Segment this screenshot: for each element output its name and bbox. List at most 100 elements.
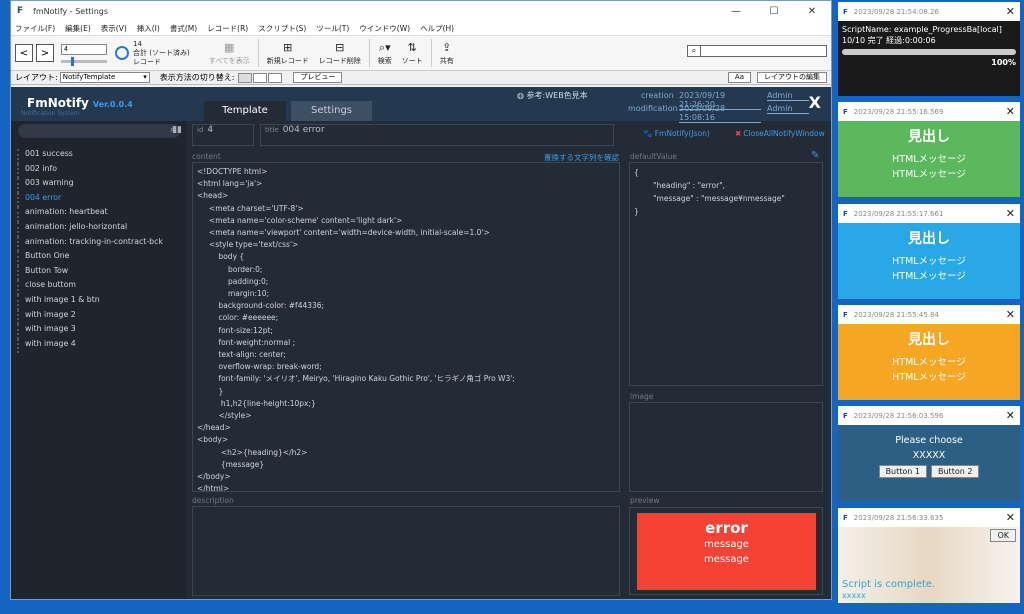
share-button[interactable]: ⇪ 共有 [435, 40, 459, 66]
sort-button[interactable]: ⇅ ソート [397, 40, 428, 66]
app-logo-icon: F [843, 107, 848, 116]
pencil-icon[interactable]: ✎ [811, 150, 819, 161]
notify-message: HTMLメッセージ [892, 169, 966, 180]
show-all-button[interactable]: ▦ すべてを表示 [204, 40, 255, 66]
title-value: 004 error [282, 125, 325, 135]
close-icon[interactable]: ✕ [1006, 409, 1015, 422]
modification-date: 2023/09/28 15:08:16 [679, 104, 761, 123]
content-label: content [192, 152, 221, 161]
notify-message: Please choose [895, 435, 963, 446]
list-item[interactable]: animation: heartbeat [17, 207, 187, 222]
title-field[interactable]: title 004 error [260, 124, 614, 146]
list-item[interactable]: 003 warning [17, 178, 187, 193]
menu-scripts[interactable]: スクリプト(S) [258, 23, 306, 34]
layout-bar: レイアウト: NotifyTemplate 表示方法の切り替え: プレビュー A… [11, 71, 831, 85]
menu-records[interactable]: レコード(R) [207, 23, 248, 34]
fmnotify-json-label: FmNotify(Json) [654, 129, 710, 138]
menu-tools[interactable]: ツール(T) [316, 23, 349, 34]
notify-message: xxxxx [842, 591, 866, 600]
list-item[interactable]: with image 2 [17, 309, 187, 325]
close-icon[interactable]: ✕ [1006, 511, 1015, 524]
form-view-button[interactable] [238, 72, 253, 83]
search-icon[interactable]: ⌕ [687, 45, 701, 57]
menu-insert[interactable]: 挿入(I) [137, 23, 160, 34]
notify-heading: 見出し [908, 332, 950, 348]
preview-button[interactable]: プレビュー [293, 72, 343, 83]
menu-help[interactable]: ヘルプ(H) [420, 23, 454, 34]
prev-record-button[interactable]: < [15, 44, 33, 62]
next-record-button[interactable]: > [36, 44, 54, 62]
list-view-button[interactable] [253, 72, 268, 83]
id-field[interactable]: id 4 [192, 124, 254, 146]
minimize-button[interactable]: — [717, 6, 755, 17]
x-logo-icon[interactable]: X [809, 93, 821, 112]
plus-icon: ⊞ [283, 41, 293, 54]
menu-format[interactable]: 書式(M) [170, 23, 197, 34]
warning-notification: F 2023/09/28 21:55:45.84 ✕ 見出し HTMLメッセージ HTM… [838, 305, 1020, 400]
close-icon: ✖ [735, 129, 742, 138]
chart-icon[interactable]: ▮▮ [172, 125, 182, 135]
app-header: FmNotify Ver.0.0.4 Notification System Te… [11, 87, 831, 123]
delete-record-button[interactable]: ⊟ レコード削除 [314, 40, 366, 66]
quick-find-input[interactable] [701, 45, 827, 57]
list-item[interactable]: with image 4 [17, 338, 187, 354]
settings-window: F fmNotify - Settings — ☐ ✕ ファイル(F) 編集(E… [10, 0, 832, 600]
slider-handle[interactable] [71, 56, 74, 66]
maximize-button[interactable]: ☐ [755, 6, 793, 17]
new-record-button[interactable]: ⊞ 新規レコード [262, 40, 314, 66]
menu-file[interactable]: ファイル(F) [15, 23, 55, 34]
fmnotify-json-link[interactable]: 🐾 FmNotify(Json) [643, 129, 710, 138]
window-title: fmNotify - Settings [33, 6, 109, 16]
notify-time: 2023/09/28 21:55:45.84 [853, 310, 939, 319]
list-item[interactable]: animation: tracking-in-contract-bck [17, 236, 187, 252]
list-item[interactable]: Button One [17, 251, 187, 266]
notify-message: HTMLメッセージ [892, 357, 966, 368]
record-pie-icon [115, 46, 129, 60]
close-icon[interactable]: ✕ [1006, 5, 1015, 18]
notify-button-1[interactable]: Button 1 [878, 465, 927, 478]
close-button[interactable]: ✕ [793, 6, 831, 17]
list-item[interactable]: close buttom [17, 280, 187, 295]
menu-edit[interactable]: 編集(E) [65, 23, 91, 34]
ok-button[interactable]: OK [990, 529, 1016, 542]
close-all-link[interactable]: ✖ CloseAllNotifyWindow [735, 129, 825, 138]
notify-button-2[interactable]: Button 2 [931, 465, 980, 478]
layout-select[interactable]: NotifyTemplate [59, 72, 150, 83]
edit-layout-button[interactable]: レイアウトの編集 [757, 72, 827, 83]
reference-link[interactable]: ◍ 参考:WEB色見本 [517, 90, 588, 101]
menu-bar: ファイル(F) 編集(E) 表示(V) 挿入(I) 書式(M) レコード(R) … [11, 21, 831, 36]
list-item[interactable]: animation: jello-horizontal [17, 221, 187, 237]
progress-bar [842, 49, 1016, 55]
tab-settings[interactable]: Settings [291, 101, 372, 121]
content-field[interactable]: <!DOCTYPE html> <html lang='ja'> <head> … [192, 162, 620, 492]
description-field[interactable] [192, 506, 620, 596]
app-logo-icon: F [843, 209, 848, 218]
close-icon[interactable]: ✕ [1006, 308, 1015, 321]
list-item[interactable]: 001 success [17, 149, 187, 164]
list-item[interactable]: with image 3 [17, 324, 187, 339]
menu-window[interactable]: ウインドウ(W) [359, 23, 410, 34]
menu-view[interactable]: 表示(V) [101, 23, 127, 34]
table-view-button[interactable] [268, 72, 283, 83]
notify-progress-text: 10/10 完了 経過:0:00:06 [842, 36, 936, 45]
sidebar-search[interactable]: ⌕ [18, 124, 180, 138]
record-number-input[interactable] [61, 43, 107, 55]
record-slider[interactable] [61, 56, 107, 66]
image-field[interactable] [629, 402, 823, 492]
find-button[interactable]: ⌕▾ 検索 [373, 40, 397, 66]
notify-heading: 見出し [908, 231, 950, 247]
close-icon[interactable]: ✕ [1006, 207, 1015, 220]
close-icon[interactable]: ✕ [1006, 105, 1015, 118]
notify-message: HTMLメッセージ [892, 154, 966, 165]
delete-record-label: レコード削除 [318, 57, 361, 65]
list-item[interactable]: with image 1 & btn [17, 294, 187, 310]
list-item[interactable]: 002 info [17, 163, 187, 179]
tab-template[interactable]: Template [204, 101, 286, 121]
format-bar-button[interactable]: Aa [727, 72, 751, 83]
layout-label: レイアウト: [15, 73, 58, 82]
list-item-selected[interactable]: 004 error [17, 192, 187, 208]
default-value-field[interactable]: { "heading" : "error", "message" : "mess… [629, 162, 823, 386]
record-count-sorted: 合計 (ソート済み) [133, 48, 190, 57]
list-item[interactable]: Button Tow [17, 265, 187, 281]
notify-message: HTMLメッセージ [892, 271, 966, 282]
